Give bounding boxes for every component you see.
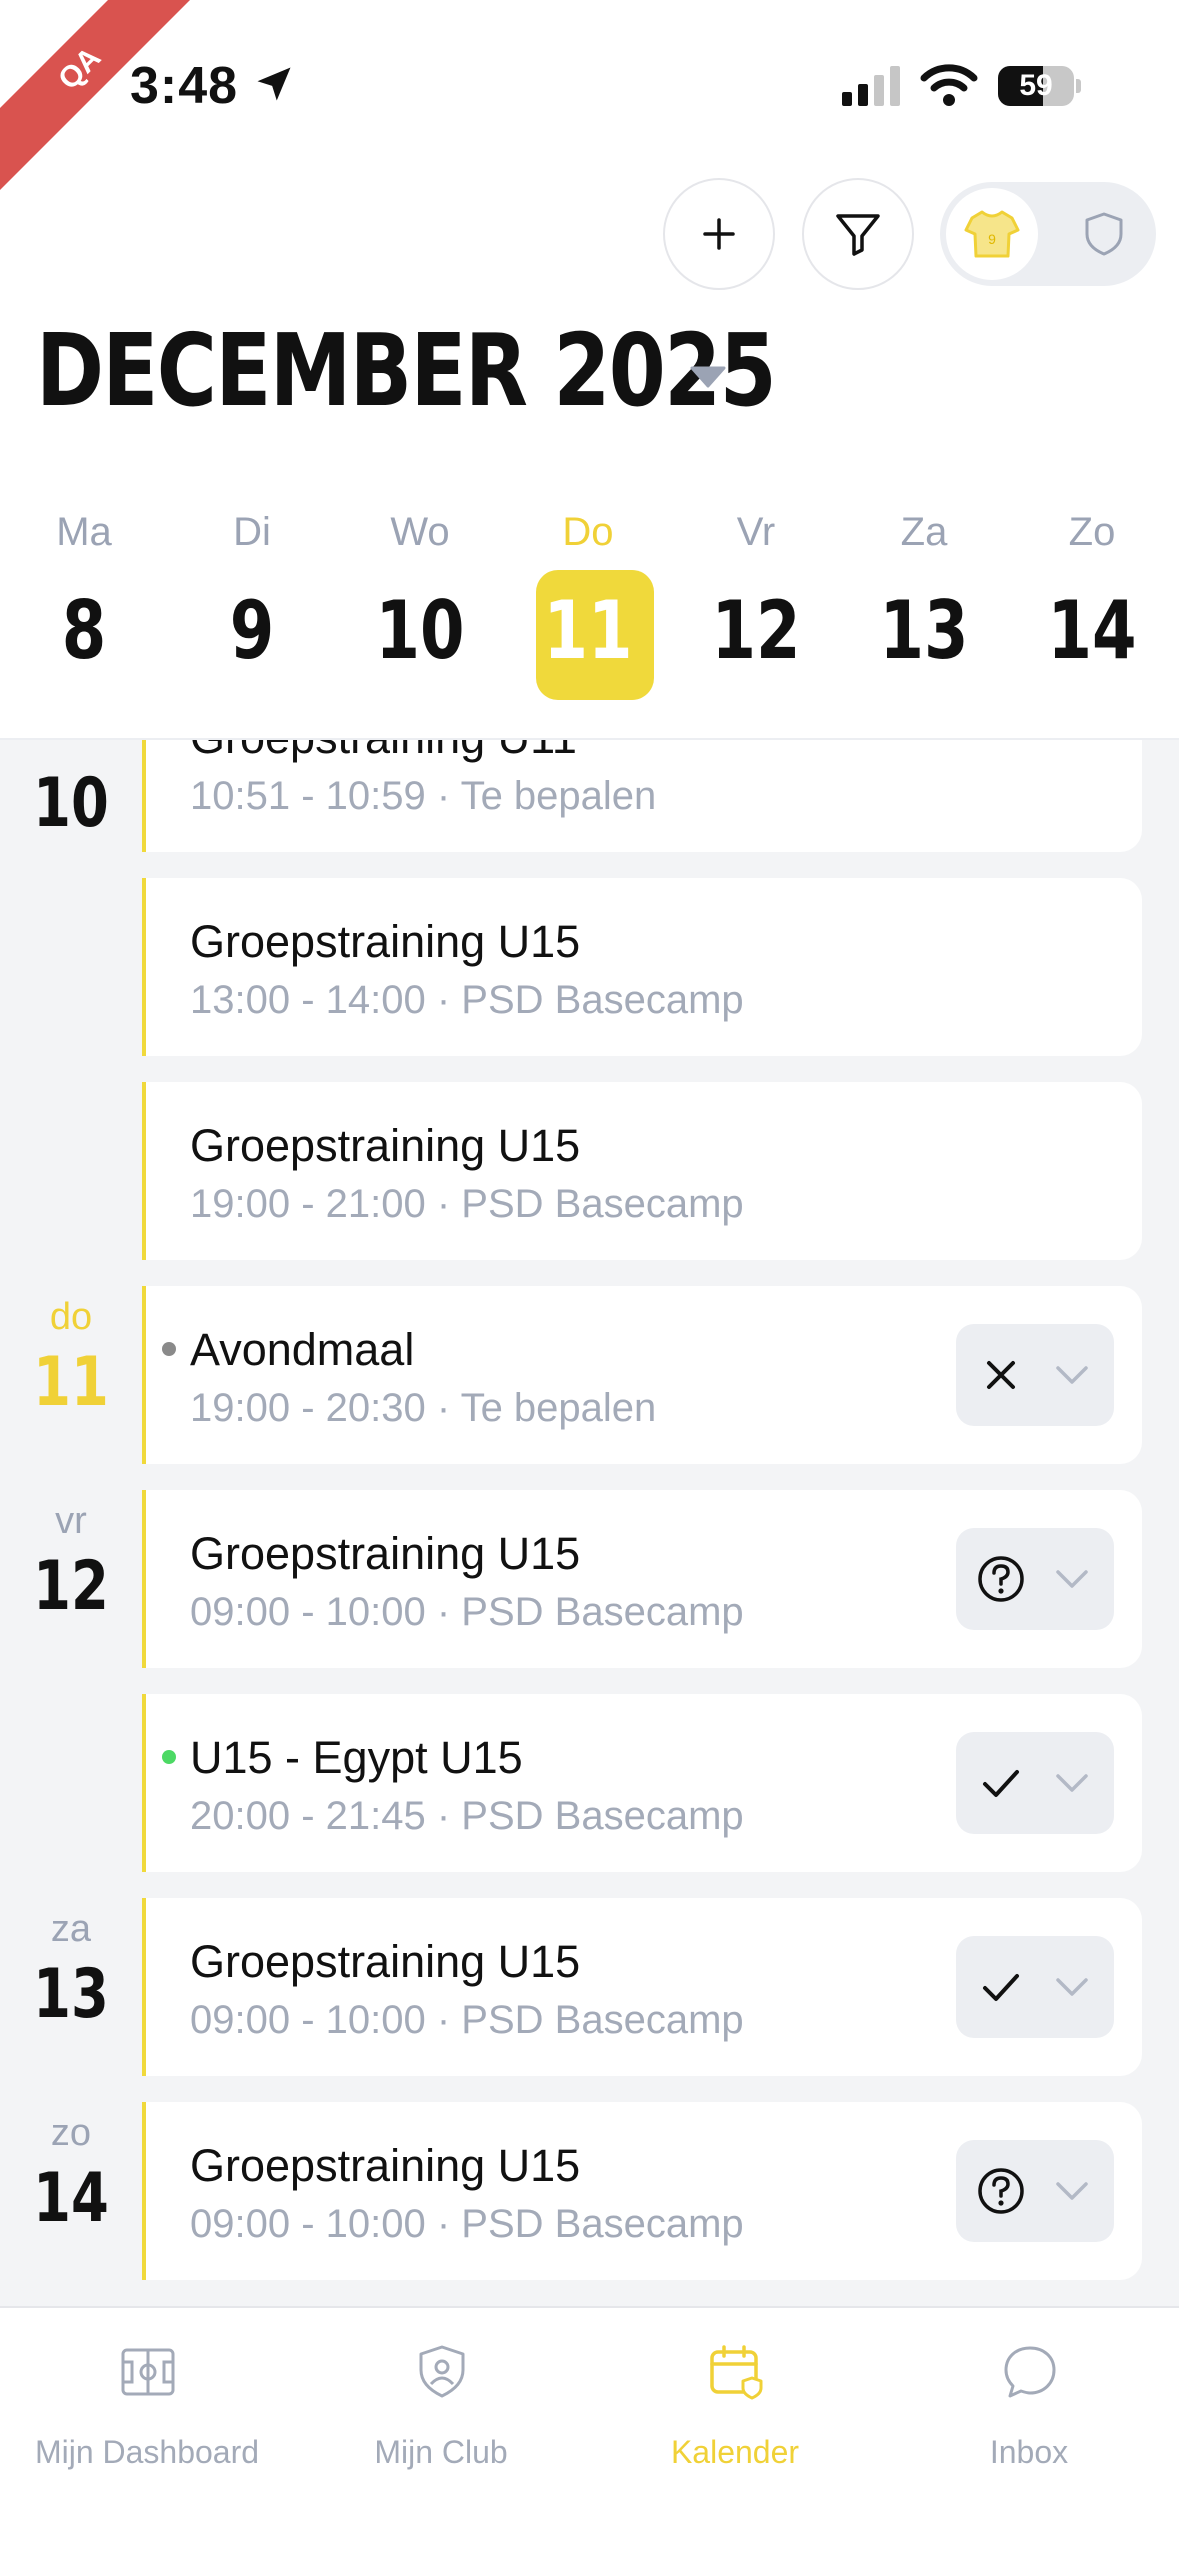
day-label-12: vr 12 bbox=[33, 1500, 109, 1626]
rsvp-dropdown[interactable] bbox=[956, 1324, 1114, 1426]
club-view-option[interactable] bbox=[1058, 188, 1150, 280]
chevron-down-icon bbox=[1056, 1570, 1088, 1588]
event-type-dot bbox=[162, 1342, 176, 1356]
week-day-fri[interactable]: Vr 12 bbox=[672, 500, 840, 720]
day-label-13: za 13 bbox=[33, 1908, 109, 2034]
svg-text:9: 9 bbox=[988, 231, 996, 247]
wifi-icon bbox=[920, 64, 978, 106]
filter-icon bbox=[836, 214, 880, 256]
day-label-11: do 11 bbox=[33, 1296, 109, 1422]
week-day-tue[interactable]: Di 9 bbox=[168, 500, 336, 720]
bottom-tab-bar: Mijn Dashboard Mijn Club Kalender Inbox bbox=[0, 2306, 1179, 2556]
filter-button[interactable] bbox=[802, 178, 914, 290]
event-card[interactable]: Groepstraining U15 19:00 - 21:00 · PSD B… bbox=[142, 1082, 1142, 1260]
event-title: Groepstraining U11 bbox=[190, 740, 577, 764]
event-title: Groepstraining U15 bbox=[190, 1936, 581, 1987]
chevron-down-icon bbox=[1056, 1774, 1088, 1792]
question-mark-icon bbox=[978, 1556, 1024, 1602]
week-day-wed[interactable]: Wo 10 bbox=[336, 500, 504, 720]
event-card[interactable]: Groepstraining U15 09:00 - 10:00 · PSD B… bbox=[142, 2102, 1142, 2280]
chevron-down-icon bbox=[1056, 2182, 1088, 2200]
battery-percentage: 59 bbox=[1019, 69, 1053, 102]
caret-down-icon[interactable] bbox=[690, 364, 726, 390]
event-meta: 09:00 - 10:00 · PSD Basecamp bbox=[190, 1590, 744, 1634]
close-icon bbox=[987, 1361, 1015, 1389]
tab-my-club[interactable]: Mijn Club bbox=[294, 2328, 588, 2488]
rsvp-dropdown[interactable] bbox=[956, 1732, 1114, 1834]
event-title: Groepstraining U15 bbox=[190, 1120, 581, 1171]
week-day-sun[interactable]: Zo 14 bbox=[1008, 500, 1176, 720]
week-strip: Ma 8 Di 9 Wo 10 Do 11 Vr 12 Za 13 Zo 14 bbox=[0, 500, 1179, 740]
cellular-signal-icon bbox=[842, 66, 900, 106]
event-type-dot bbox=[162, 1750, 176, 1764]
tab-label: Mijn Club bbox=[374, 2434, 508, 2470]
inbox-icon bbox=[1004, 2346, 1056, 2398]
tab-label: Inbox bbox=[989, 2434, 1069, 2470]
dashboard-icon bbox=[121, 2348, 175, 2396]
agenda-list[interactable]: 10 Groepstraining U11 10:51 - 10:59 · Te… bbox=[0, 740, 1179, 2306]
tab-label: Kalender bbox=[670, 2434, 800, 2470]
battery-indicator: 59 bbox=[998, 66, 1081, 106]
checkmark-icon bbox=[983, 1770, 1019, 1797]
week-day-sat[interactable]: Za 13 bbox=[840, 500, 1008, 720]
month-title[interactable]: DECEMBER 2025 bbox=[36, 312, 777, 429]
location-arrow-icon bbox=[257, 67, 291, 101]
calendar-icon bbox=[710, 2345, 763, 2400]
event-meta: 19:00 - 20:30 · Te bepalen bbox=[190, 1386, 657, 1430]
day-label-14: zo 14 bbox=[33, 2112, 109, 2238]
tab-inbox[interactable]: Inbox bbox=[882, 2328, 1176, 2488]
rsvp-dropdown[interactable] bbox=[956, 1528, 1114, 1630]
tab-calendar[interactable]: Kalender bbox=[588, 2328, 882, 2488]
event-card[interactable]: Groepstraining U15 09:00 - 10:00 · PSD B… bbox=[142, 1898, 1142, 2076]
shield-icon bbox=[1085, 212, 1123, 256]
rsvp-dropdown[interactable] bbox=[956, 1936, 1114, 2038]
view-toggle[interactable]: 9 bbox=[940, 182, 1156, 286]
week-day-mon[interactable]: Ma 8 bbox=[0, 500, 168, 720]
event-card[interactable]: Groepstraining U15 09:00 - 10:00 · PSD B… bbox=[142, 1490, 1142, 1668]
jersey-icon: 9 bbox=[964, 210, 1020, 258]
question-mark-icon bbox=[978, 2168, 1024, 2214]
event-title: Avondmaal bbox=[190, 1324, 415, 1375]
player-view-option[interactable]: 9 bbox=[946, 188, 1038, 280]
event-meta: 10:51 - 10:59 · Te bepalen bbox=[190, 774, 657, 818]
event-meta: 13:00 - 14:00 · PSD Basecamp bbox=[190, 978, 744, 1022]
event-card[interactable]: Groepstraining U15 13:00 - 14:00 · PSD B… bbox=[142, 878, 1142, 1056]
status-time: 3:48 bbox=[130, 57, 239, 115]
event-title: Groepstraining U15 bbox=[190, 2140, 581, 2191]
club-icon bbox=[419, 2345, 465, 2398]
event-title: U15 - Egypt U15 bbox=[190, 1732, 523, 1783]
tab-label: Mijn Dashboard bbox=[34, 2434, 260, 2470]
event-meta: 20:00 - 21:45 · PSD Basecamp bbox=[190, 1794, 744, 1838]
rsvp-dropdown[interactable] bbox=[956, 2140, 1114, 2242]
event-meta: 09:00 - 10:00 · PSD Basecamp bbox=[190, 1998, 744, 2042]
add-event-button[interactable] bbox=[663, 178, 775, 290]
tab-dashboard[interactable]: Mijn Dashboard bbox=[0, 2328, 294, 2488]
event-card[interactable]: Groepstraining U11 10:51 - 10:59 · Te be… bbox=[142, 740, 1142, 852]
event-title: Groepstraining U15 bbox=[190, 916, 581, 967]
event-title: Groepstraining U15 bbox=[190, 1528, 581, 1579]
event-card[interactable]: U15 - Egypt U15 20:00 - 21:45 · PSD Base… bbox=[142, 1694, 1142, 1872]
event-meta: 19:00 - 21:00 · PSD Basecamp bbox=[190, 1182, 744, 1226]
event-card[interactable]: Avondmaal 19:00 - 20:30 · Te bepalen bbox=[142, 1286, 1142, 1464]
checkmark-icon bbox=[983, 1974, 1019, 2001]
plus-icon bbox=[703, 218, 735, 250]
event-meta: 09:00 - 10:00 · PSD Basecamp bbox=[190, 2202, 744, 2246]
day-label-10: 10 bbox=[33, 764, 109, 843]
week-day-thu-selected[interactable]: Do 11 bbox=[504, 500, 672, 720]
chevron-down-icon bbox=[1056, 1978, 1088, 1996]
chevron-down-icon bbox=[1056, 1366, 1088, 1384]
status-bar: QA 3:48 59 bbox=[0, 0, 1179, 196]
